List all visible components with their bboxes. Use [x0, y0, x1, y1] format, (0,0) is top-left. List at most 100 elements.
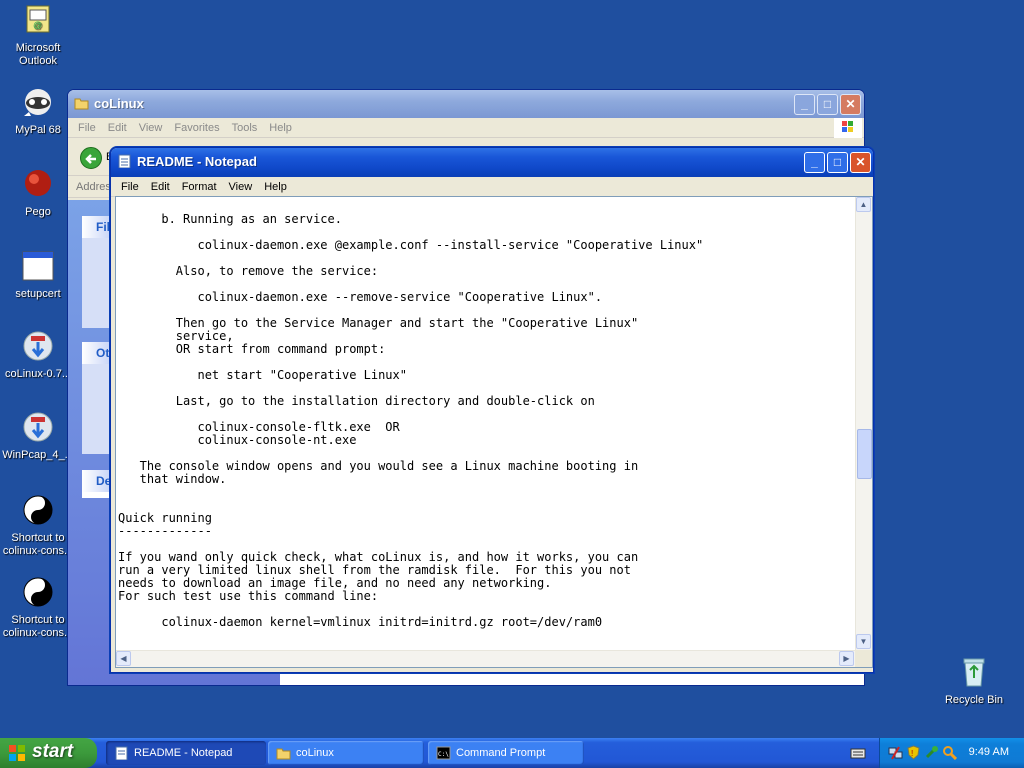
text-line: colinux-daemon.exe @example.conf --insta… [118, 238, 704, 252]
menu-file[interactable]: File [115, 181, 145, 193]
scroll-up-arrow-icon[interactable]: ▲ [856, 197, 871, 212]
yin-yang-icon [21, 576, 55, 610]
taskbar-button-colinux[interactable]: coLinux [268, 741, 424, 765]
task-panel-other: Oth [82, 342, 112, 454]
taskbar-button-label: coLinux [296, 747, 334, 759]
windows-flag-icon [8, 744, 26, 762]
text-line: colinux-console-nt.exe [118, 433, 357, 447]
desktop-icon-mypal[interactable]: MyPal 68 [0, 86, 76, 137]
red-ball-icon [21, 168, 55, 202]
folder-icon [276, 746, 291, 760]
text-line: For such test use this command line: [118, 589, 379, 603]
vertical-scrollbar[interactable]: ▲ ▼ [855, 197, 872, 650]
text-line: OR start from command prompt: [118, 342, 386, 356]
close-button[interactable]: ✕ [840, 94, 861, 115]
text-area[interactable]: b. Running as an service. colinux-daemon… [118, 199, 855, 649]
desktop-icon-colinux-console-shortcut-2[interactable]: Shortcut to colinux-cons... [0, 576, 76, 640]
menu-edit[interactable]: Edit [102, 122, 133, 134]
outlook-icon: @ [21, 4, 55, 38]
taskbar-button-label: Command Prompt [456, 747, 546, 759]
desktop-icon-colinux-installer[interactable]: coLinux-0.7... [0, 330, 76, 381]
start-button[interactable]: start [0, 738, 97, 768]
recycle-bin-icon [957, 656, 991, 690]
notepad-icon [117, 154, 132, 169]
notepad-menubar: File Edit Format View Help [111, 177, 873, 197]
menu-view[interactable]: View [223, 181, 259, 193]
menu-file[interactable]: File [72, 122, 102, 134]
scrollbar-corner [855, 650, 872, 667]
system-tray: ! 9:49 AM [879, 738, 1024, 768]
security-shield-icon[interactable]: ! [906, 745, 921, 760]
scroll-thumb[interactable] [857, 429, 872, 479]
start-label: start [32, 741, 74, 762]
text-editor[interactable]: b. Running as an service. colinux-daemon… [115, 196, 873, 668]
minimize-button[interactable]: _ [804, 152, 825, 173]
desktop-icon-pego[interactable]: Pego [0, 168, 76, 219]
explorer-menubar: File Edit View Favorites Tools Help [68, 118, 864, 138]
desktop-icon-label: WinPcap_4_... [2, 449, 74, 461]
desktop-icon-colinux-console-shortcut-1[interactable]: Shortcut to colinux-cons... [0, 494, 76, 558]
back-arrow-icon[interactable] [80, 147, 102, 169]
taskbar-button-command-prompt[interactable]: C:\ Command Prompt [428, 741, 584, 765]
safely-remove-hardware-icon[interactable] [924, 745, 939, 760]
maximize-button[interactable]: □ [827, 152, 848, 173]
desktop: @ Microsoft Outlook MyPal 68 Pego setupc… [0, 0, 1024, 738]
desktop-icon-setupcert[interactable]: setupcert [0, 250, 76, 301]
menu-view[interactable]: View [133, 122, 169, 134]
desktop-icon-recycle-bin[interactable]: Recycle Bin [936, 656, 1012, 707]
notepad-titlebar[interactable]: README - Notepad _ □ ✕ [111, 148, 873, 177]
menu-format[interactable]: Format [176, 181, 223, 193]
desktop-icon-label: MyPal 68 [15, 124, 61, 136]
scroll-left-arrow-icon[interactable]: ◀ [116, 651, 131, 666]
search-magnifier-icon[interactable] [942, 745, 958, 761]
yin-yang-icon [21, 494, 55, 528]
installer-icon [21, 330, 55, 364]
explorer-titlebar[interactable]: coLinux _ □ ✕ [68, 90, 864, 118]
desktop-icon-outlook[interactable]: @ Microsoft Outlook [0, 4, 76, 68]
text-line: colinux-daemon kernel=vmlinux initrd=ini… [118, 615, 603, 629]
text-line: Last, go to the installation directory a… [118, 394, 595, 408]
menu-help[interactable]: Help [258, 181, 293, 193]
panel-header[interactable]: File [82, 216, 112, 238]
scroll-right-arrow-icon[interactable]: ▶ [839, 651, 854, 666]
taskbar-button-notepad[interactable]: README - Notepad [106, 741, 266, 765]
installer-icon [21, 411, 55, 445]
notepad-window[interactable]: README - Notepad _ □ ✕ File Edit Format … [110, 147, 874, 673]
horizontal-scrollbar[interactable]: ◀ ▶ [116, 650, 856, 667]
desktop-icon-label: setupcert [15, 288, 61, 300]
task-panel-details: De [82, 470, 112, 498]
network-icon[interactable] [888, 745, 903, 760]
desktop-icon-label: Shortcut to colinux-cons... [2, 532, 74, 557]
text-line: that window. [118, 472, 227, 486]
menu-favorites[interactable]: Favorites [168, 122, 225, 134]
desktop-icon-label: Microsoft Outlook [15, 42, 61, 67]
svg-text:@: @ [33, 20, 42, 30]
menu-edit[interactable]: Edit [145, 181, 176, 193]
desktop-icon-label: Shortcut to colinux-cons... [2, 614, 74, 639]
windows-logo-icon [834, 118, 862, 138]
window-title: README - Notepad [137, 154, 257, 169]
command-prompt-icon: C:\ [436, 746, 451, 760]
text-line: colinux-daemon.exe --remove-service "Coo… [118, 290, 603, 304]
text-line: b. Running as an service. [118, 212, 342, 226]
taskbar-button-label: README - Notepad [134, 747, 233, 759]
window-title: coLinux [94, 96, 144, 111]
maximize-button[interactable]: □ [817, 94, 838, 115]
menu-help[interactable]: Help [263, 122, 298, 134]
folder-icon [74, 96, 89, 110]
panel-header[interactable]: Oth [82, 342, 112, 364]
menu-tools[interactable]: Tools [226, 122, 264, 134]
clock[interactable]: 9:49 AM [969, 746, 1009, 758]
keyboard-icon[interactable] [850, 746, 866, 760]
scroll-down-arrow-icon[interactable]: ▼ [856, 634, 871, 649]
window-app-icon [21, 250, 55, 284]
desktop-icon-label: Pego [25, 206, 51, 218]
svg-text:!: ! [911, 749, 913, 758]
raccoon-browser-icon [21, 86, 55, 120]
minimize-button[interactable]: _ [794, 94, 815, 115]
text-line: ------------- [118, 524, 212, 538]
close-button[interactable]: ✕ [850, 152, 871, 173]
desktop-icon-winpcap-installer[interactable]: WinPcap_4_... [0, 411, 76, 462]
panel-header[interactable]: De [82, 470, 112, 492]
text-line: net start "Cooperative Linux" [118, 368, 407, 382]
